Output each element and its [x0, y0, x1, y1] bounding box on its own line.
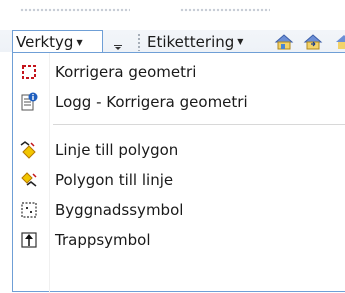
verktyg-dropdown-menu: Korrigera geometri Logg - Korrigera geom…	[12, 52, 345, 293]
menu-item-label: Byggnadssymbol	[55, 201, 184, 219]
menu-item-linje-till-polygon[interactable]: Linje till polygon	[13, 135, 343, 165]
toolbar: Verktyg ▼ Etikettering ▼	[0, 0, 345, 52]
line-to-polygon-icon	[19, 140, 39, 160]
menu-item-label: Trappsymbol	[55, 231, 151, 249]
verktyg-label: Verktyg	[16, 33, 74, 51]
etikettering-label: Etikettering	[147, 32, 235, 51]
menu-item-label: Linje till polygon	[55, 141, 179, 159]
menu-item-trappsymbol[interactable]: Trappsymbol	[13, 225, 343, 255]
chevron-down-icon: ▼	[76, 37, 83, 47]
building-symbol-icon	[19, 200, 39, 220]
menu-item-label: Logg - Korrigera geometri	[55, 93, 248, 111]
etikettering-menu-button[interactable]: Etikettering ▼	[147, 30, 243, 52]
toolbar-separator-grip[interactable]	[138, 33, 140, 51]
toolbar-grip-dots	[20, 8, 130, 12]
menu-item-byggnadssymbol[interactable]: Byggnadssymbol	[13, 195, 343, 225]
correct-geometry-icon	[19, 62, 39, 82]
menu-item-korrigera-geometri[interactable]: Korrigera geometri	[13, 57, 343, 87]
menu-item-label: Korrigera geometri	[55, 63, 197, 81]
label-house-icon[interactable]	[274, 33, 294, 51]
menu-item-logg-korrigera-geometri[interactable]: Logg - Korrigera geometri	[13, 87, 343, 117]
polygon-to-line-icon	[19, 170, 39, 190]
label-house-arrows-icon[interactable]	[303, 33, 323, 51]
stair-symbol-icon	[19, 230, 39, 250]
menu-item-label: Polygon till linje	[55, 171, 174, 189]
label-partial-icon[interactable]	[334, 33, 345, 51]
verktyg-menu-button[interactable]: Verktyg ▼	[12, 30, 103, 52]
overflow-chevron-icon	[114, 45, 122, 50]
log-icon	[19, 92, 39, 112]
chevron-down-icon: ▼	[237, 37, 244, 46]
toolbar-top-strip	[0, 0, 345, 30]
menu-separator	[53, 124, 345, 125]
toolbar-grip-dots	[180, 8, 270, 12]
menu-item-polygon-till-linje[interactable]: Polygon till linje	[13, 165, 343, 195]
toolbar-overflow-button[interactable]	[114, 38, 122, 50]
